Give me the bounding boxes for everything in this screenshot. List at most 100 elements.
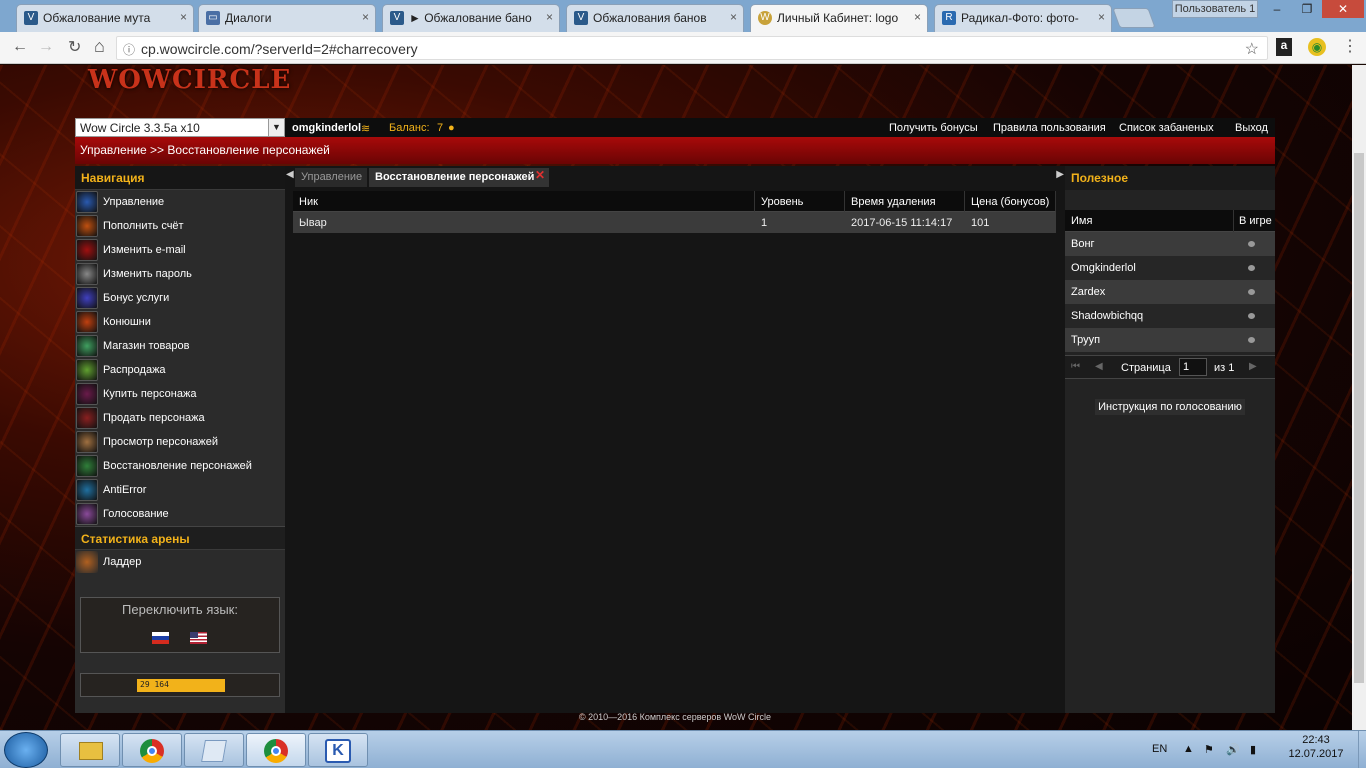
- notepad-taskbar-icon[interactable]: [184, 733, 244, 767]
- sidebar-item[interactable]: Управление: [75, 190, 285, 214]
- profile-button[interactable]: Пользователь 1: [1172, 0, 1258, 18]
- page-scrollbar[interactable]: [1352, 65, 1366, 730]
- col-name[interactable]: Имя: [1071, 215, 1092, 227]
- username[interactable]: omgkinderlol: [292, 122, 361, 134]
- chevron-down-icon[interactable]: ▼: [268, 119, 284, 136]
- list-item[interactable]: Вонг: [1065, 232, 1275, 256]
- logout-link[interactable]: Выход: [1235, 122, 1268, 134]
- us-flag-icon[interactable]: [190, 632, 207, 644]
- show-desktop-button[interactable]: [1358, 731, 1366, 768]
- new-tab-button[interactable]: [1112, 8, 1156, 28]
- banned-list-link[interactable]: Список забаненых: [1119, 122, 1214, 134]
- tab-management[interactable]: Управление: [295, 168, 367, 187]
- grid-header: Ник Уровень Время удаления Цена (бонусов…: [293, 191, 1056, 212]
- next-page-icon[interactable]: ▶: [1249, 361, 1257, 372]
- sidebar-item-icon: [76, 383, 98, 405]
- col-nick[interactable]: Ник: [293, 191, 755, 212]
- sidebar-item-icon: [76, 455, 98, 477]
- col-price[interactable]: Цена (бонусов): [965, 191, 1056, 212]
- realm-select[interactable]: Wow Circle 3.3.5a x10 ▼: [75, 118, 285, 137]
- list-item[interactable]: Трууп: [1065, 328, 1275, 352]
- sidebar-item[interactable]: AntiError: [75, 478, 285, 502]
- col-delete-time[interactable]: Время удаления: [845, 191, 965, 212]
- close-icon[interactable]: ×: [180, 10, 187, 24]
- close-icon[interactable]: ×: [362, 10, 369, 24]
- rules-link[interactable]: Правила пользования: [993, 122, 1106, 134]
- table-row[interactable]: Ывар 1 2017-06-15 11:14:17 101: [293, 212, 1056, 233]
- sidebar-item[interactable]: Изменить пароль: [75, 262, 285, 286]
- vote-instructions-button[interactable]: Инструкция по голосованию: [1095, 399, 1245, 415]
- sidebar-item-label: Управление: [103, 196, 165, 208]
- close-icon[interactable]: ×: [730, 10, 737, 24]
- extension-icon[interactable]: ◉: [1308, 38, 1326, 56]
- home-icon[interactable]: ⌂: [94, 36, 105, 57]
- browser-tab-2[interactable]: ▭ Диалоги ×: [198, 4, 376, 32]
- sidebar-item[interactable]: Голосование: [75, 502, 285, 526]
- sidebar-item[interactable]: Пополнить счёт: [75, 214, 285, 238]
- window-close-icon[interactable]: ✕: [1322, 0, 1364, 18]
- sidebar-item[interactable]: Магазин товаров: [75, 334, 285, 358]
- players-header: Имя В игре: [1065, 210, 1275, 232]
- action-center-icon[interactable]: ⚑: [1204, 743, 1214, 756]
- maximize-icon[interactable]: ❐: [1292, 0, 1322, 18]
- volume-icon[interactable]: 🔊: [1226, 743, 1240, 756]
- site-logo[interactable]: WOWCIRCLE: [88, 65, 291, 95]
- sidebar-item[interactable]: Конюшни: [75, 310, 285, 334]
- tray-arrow-icon[interactable]: ▲: [1183, 743, 1194, 755]
- explorer-taskbar-icon[interactable]: [60, 733, 120, 767]
- info-icon[interactable]: ⓘ: [123, 41, 135, 58]
- chrome-taskbar-icon-active[interactable]: [246, 733, 306, 767]
- network-icon[interactable]: ▮: [1250, 743, 1256, 756]
- menu-icon[interactable]: ⋮: [1342, 36, 1358, 56]
- amazon-extension-icon[interactable]: a: [1276, 38, 1292, 56]
- player-name: Zardex: [1071, 286, 1106, 298]
- reload-icon[interactable]: ↻: [68, 37, 81, 57]
- sidebar-item[interactable]: Распродажа: [75, 358, 285, 382]
- list-item[interactable]: Omgkinderlol: [1065, 256, 1275, 280]
- get-bonuses-link[interactable]: Получить бонусы: [889, 122, 978, 134]
- minimize-icon[interactable]: –: [1262, 0, 1292, 18]
- sidebar-item[interactable]: Купить персонажа: [75, 382, 285, 406]
- browser-tab-1[interactable]: V Обжалование мута ×: [16, 4, 194, 32]
- browser-tab-5[interactable]: W Личный Кабинет: logo ×: [750, 4, 928, 32]
- browser-tab-6[interactable]: R Радикал-Фото: фото- ×: [934, 4, 1112, 32]
- scroll-right-icon[interactable]: ▶: [1056, 169, 1064, 180]
- list-item[interactable]: Zardex: [1065, 280, 1275, 304]
- page-input[interactable]: [1179, 358, 1207, 376]
- russian-flag-icon[interactable]: [152, 632, 169, 644]
- sidebar-item-label: Распродажа: [103, 364, 166, 376]
- close-icon[interactable]: ×: [546, 10, 553, 24]
- col-level[interactable]: Уровень: [755, 191, 845, 212]
- chrome-taskbar-icon[interactable]: [122, 733, 182, 767]
- back-icon[interactable]: ←: [12, 38, 28, 56]
- language-title: Переключить язык:: [122, 602, 238, 617]
- close-icon[interactable]: ×: [914, 10, 921, 24]
- list-item[interactable]: Shadowbichqq: [1065, 304, 1275, 328]
- browser-tab-4[interactable]: V Обжалования банов ×: [566, 4, 744, 32]
- app-taskbar-icon[interactable]: K: [308, 733, 368, 767]
- sidebar-item[interactable]: Изменить e-mail: [75, 238, 285, 262]
- scroll-left-icon[interactable]: ◀: [286, 169, 294, 180]
- close-icon[interactable]: ×: [1098, 10, 1105, 24]
- col-ingame[interactable]: В игре: [1239, 215, 1272, 227]
- prev-page-icon[interactable]: ◀: [1095, 361, 1103, 372]
- browser-tab-3[interactable]: V ► Обжалование бано ×: [382, 4, 560, 32]
- tab-char-recovery[interactable]: Восстановление персонажей ✕: [369, 168, 549, 187]
- forward-icon[interactable]: →: [38, 38, 54, 56]
- first-page-icon[interactable]: ⏮: [1071, 361, 1080, 372]
- coin-icon: ●: [448, 122, 455, 134]
- language-indicator[interactable]: EN: [1152, 743, 1167, 755]
- sidebar-item[interactable]: Продать персонажа: [75, 406, 285, 430]
- star-icon[interactable]: ☆: [1245, 39, 1259, 59]
- visit-counter[interactable]: 29 164: [80, 673, 280, 697]
- clock-time: 22:43: [1302, 734, 1330, 746]
- sidebar-item[interactable]: Восстановление персонажей: [75, 454, 285, 478]
- scrollbar-thumb[interactable]: [1354, 153, 1364, 683]
- clock[interactable]: 22:43 12.07.2017: [1276, 734, 1356, 760]
- close-icon[interactable]: ✕: [535, 168, 545, 182]
- sidebar-item[interactable]: Бонус услуги: [75, 286, 285, 310]
- sidebar-item-ladder[interactable]: Ладдер: [75, 550, 285, 574]
- sidebar-item[interactable]: Просмотр персонажей: [75, 430, 285, 454]
- windows-start-icon[interactable]: [4, 732, 48, 768]
- url-field[interactable]: ⓘ cp.wowcircle.com/?serverId=2#charrecov…: [116, 36, 1268, 60]
